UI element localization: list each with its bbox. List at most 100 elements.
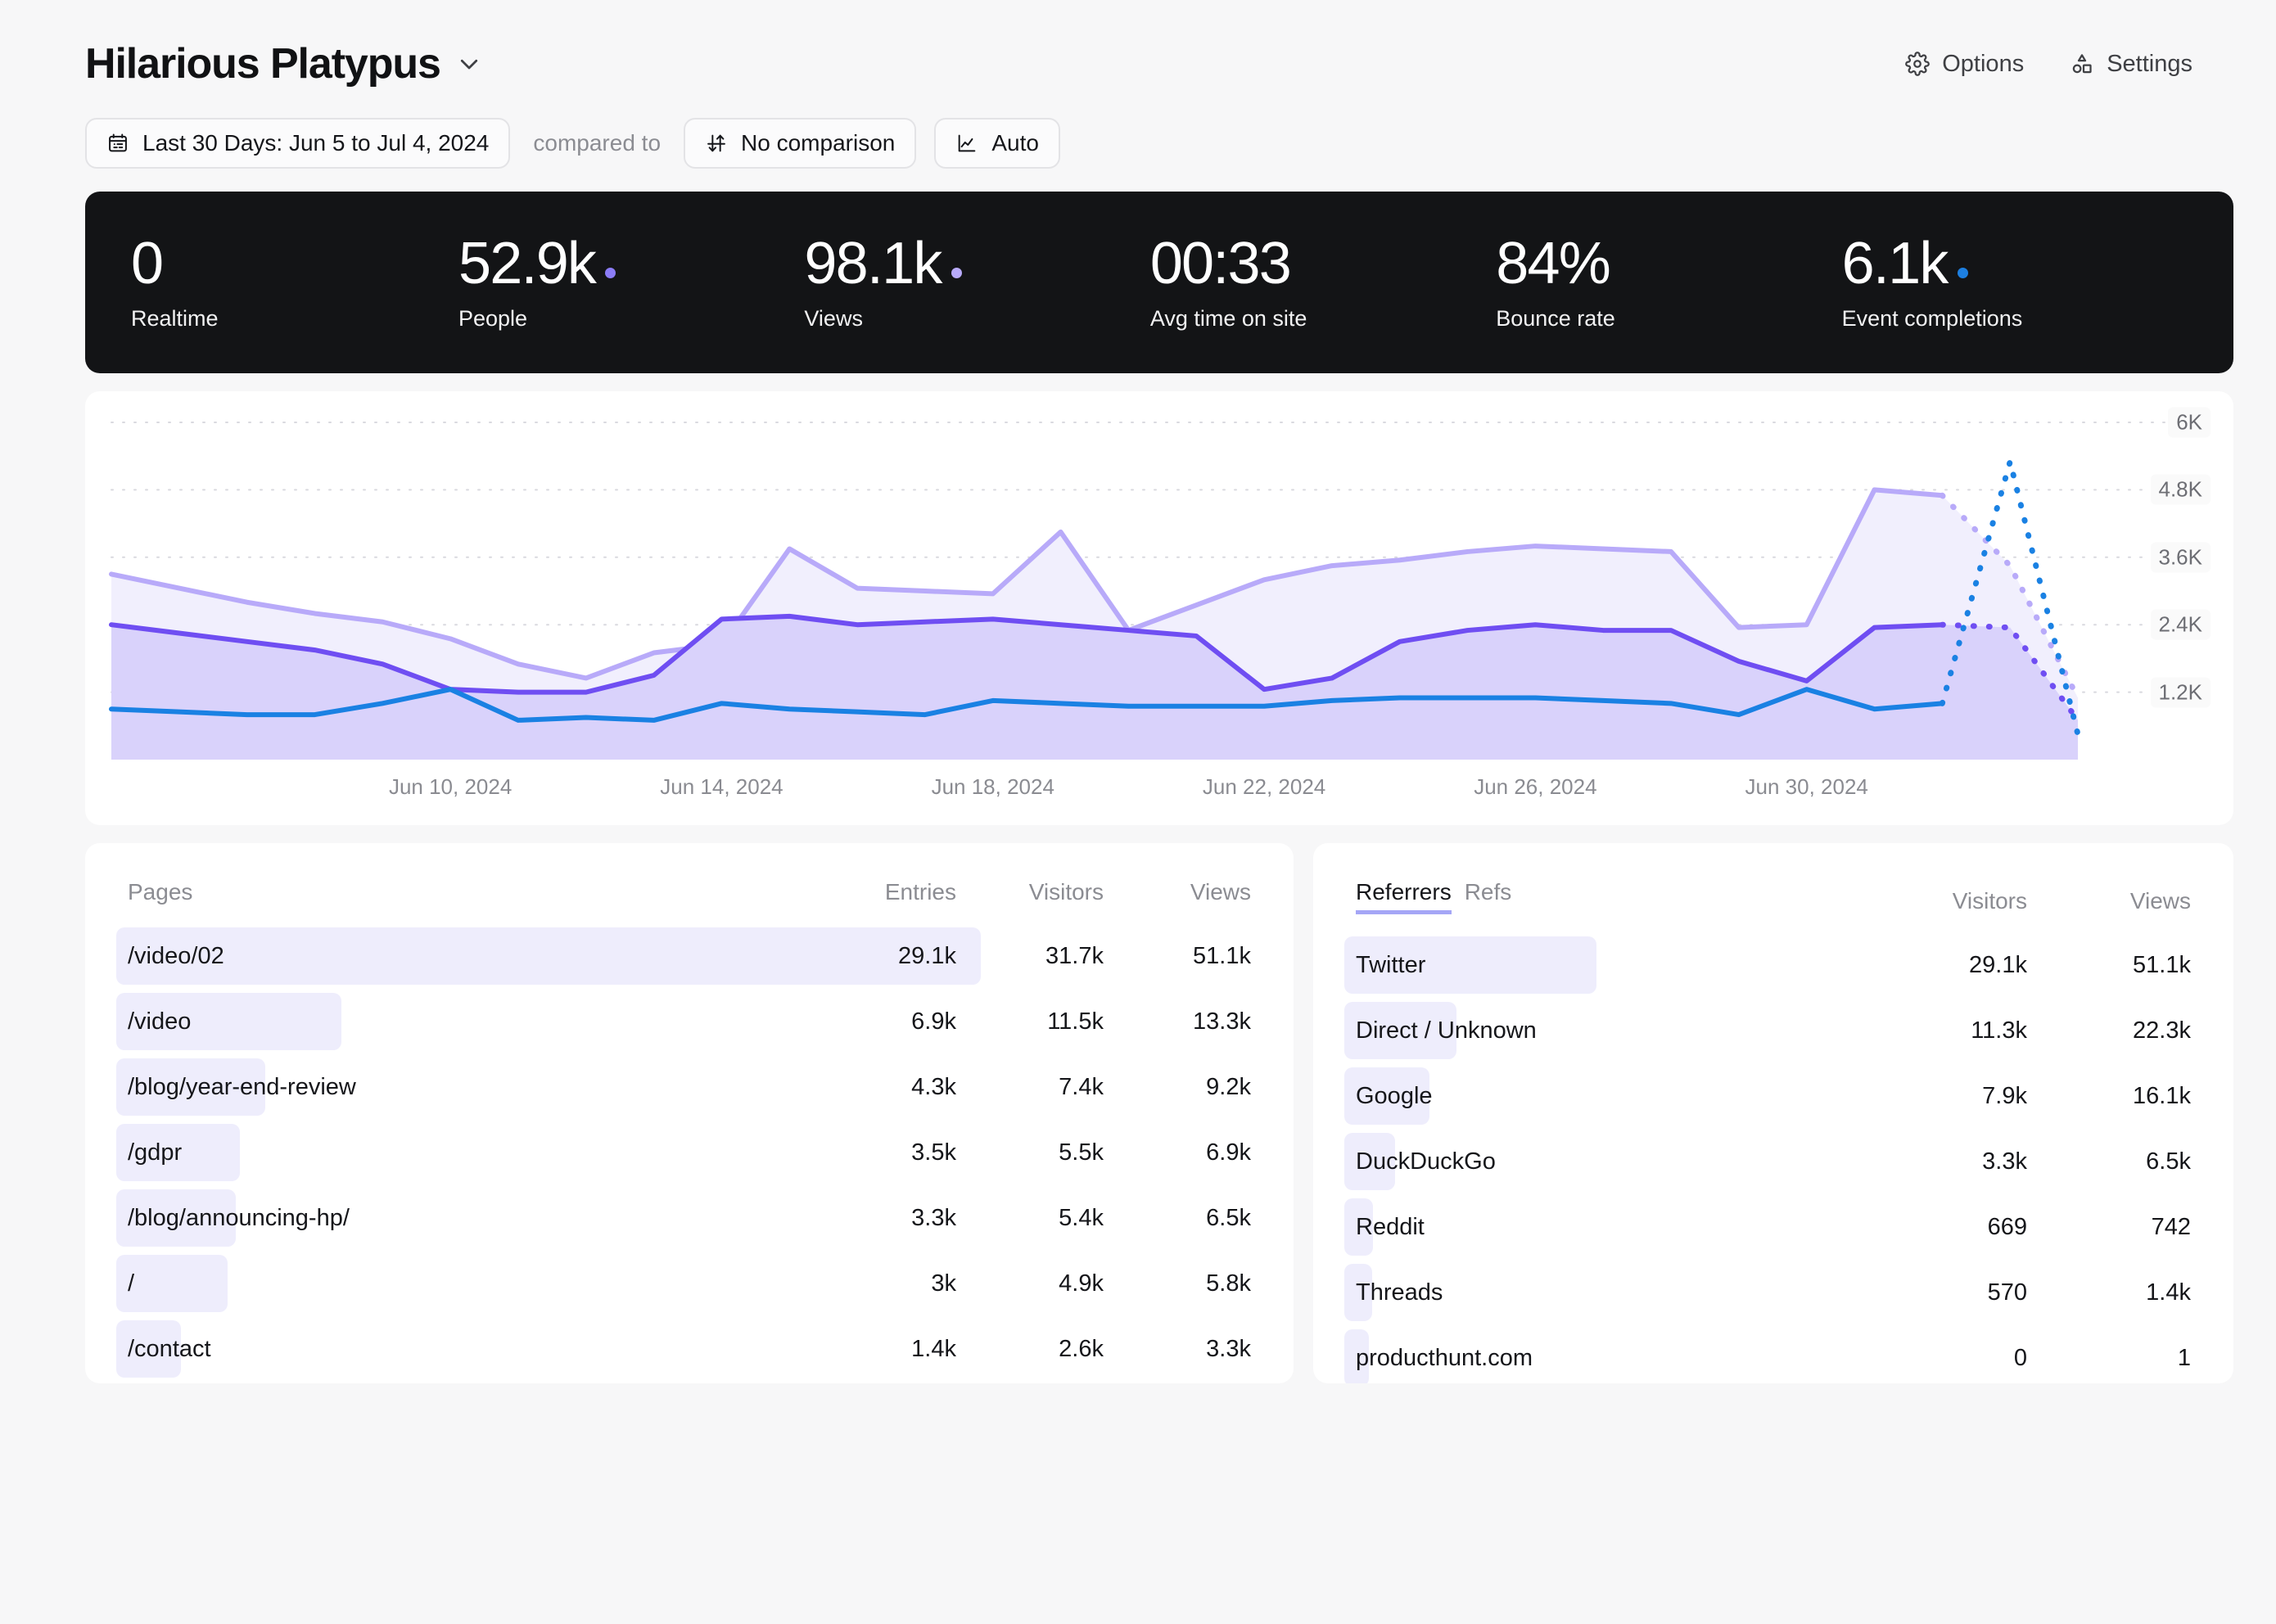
stat-realtime[interactable]: 0 Realtime [131, 233, 458, 332]
stat-people[interactable]: 52.9k People [458, 233, 804, 332]
referrer-views: 16.1k [2027, 1083, 2191, 1110]
table-row[interactable]: /contact1.4k2.6k3.3k [128, 1316, 1251, 1382]
chart-svg [85, 391, 2233, 825]
stat-event-completions[interactable]: 6.1kEvent completions [1842, 233, 2188, 332]
date-range-button[interactable]: Last 30 Days: Jun 5 to Jul 4, 2024 [85, 118, 510, 169]
page-path: /gdpr [128, 1139, 809, 1166]
chevron-down-icon[interactable] [457, 52, 481, 76]
table-row[interactable]: Twitter29.1k51.1k [1356, 932, 2191, 998]
table-row[interactable]: Direct / Unknown11.3k22.3k [1356, 998, 2191, 1063]
table-row[interactable]: producthunt.com01 [1356, 1325, 2191, 1383]
comparison-button[interactable]: No comparison [684, 118, 916, 169]
table-row[interactable]: /blog/announcing-hp/3.3k5.4k6.5k [128, 1185, 1251, 1251]
table-row[interactable]: Google7.9k16.1k [1356, 1063, 2191, 1129]
shapes-icon [2070, 52, 2094, 76]
referrers-views-header: Views [2027, 888, 2191, 914]
stat-value: 52.9k [458, 233, 804, 295]
stat-series-dot [605, 268, 616, 278]
table-row[interactable]: Threads5701.4k [1356, 1260, 2191, 1325]
tab-referrers[interactable]: Referrers [1356, 879, 1452, 914]
table-row[interactable]: /gdpr3.5k5.5k6.9k [128, 1120, 1251, 1185]
table-row[interactable]: DuckDuckGo3.3k6.5k [1356, 1129, 2191, 1194]
table-row[interactable]: /3k4.9k5.8k [128, 1251, 1251, 1316]
referrer-views: 742 [2027, 1214, 2191, 1241]
referrer-name: Direct / Unknown [1356, 1017, 1863, 1044]
settings-button[interactable]: Settings [2070, 51, 2192, 78]
chart-y-tick: 1.2K [2151, 677, 2211, 707]
page-entries: 1.4k [809, 1336, 956, 1363]
comparison-label: No comparison [741, 130, 895, 156]
table-row[interactable]: Reddit669742 [1356, 1194, 2191, 1260]
date-toolbar: Last 30 Days: Jun 5 to Jul 4, 2024 compa… [0, 97, 2276, 169]
referrer-name: DuckDuckGo [1356, 1148, 1863, 1175]
referrer-visitors: 3.3k [1863, 1148, 2027, 1175]
compared-to-label: compared to [528, 130, 666, 156]
traffic-chart-card: 1.2K2.4K3.6K4.8K6K Jun 10, 2024Jun 14, 2… [85, 391, 2233, 825]
arrows-updown-icon [705, 132, 728, 155]
gear-icon [1905, 52, 1930, 76]
calendar-icon [106, 132, 129, 155]
referrer-visitors: 29.1k [1863, 952, 2027, 979]
chart-x-tick: Jun 26, 2024 [1474, 774, 1596, 800]
chart-y-tick: 2.4K [2151, 610, 2211, 640]
referrer-visitors: 669 [1863, 1214, 2027, 1241]
page-path: /contact [128, 1336, 809, 1363]
stat-avg-time-on-site[interactable]: 00:33Avg time on site [1150, 233, 1496, 332]
referrer-views: 51.1k [2027, 952, 2191, 979]
referrer-name: Threads [1356, 1279, 1863, 1306]
stat-bounce-rate[interactable]: 84% Bounce rate [1496, 233, 1841, 332]
chart-area[interactable]: 1.2K2.4K3.6K4.8K6K Jun 10, 2024Jun 14, 2… [85, 391, 2233, 825]
page-path: / [128, 1270, 809, 1297]
chart-x-tick: Jun 18, 2024 [932, 774, 1054, 800]
page-entries: 6.9k [809, 1008, 956, 1035]
pages-visitors-header: Visitors [956, 879, 1104, 905]
stat-value: 0 [131, 233, 458, 295]
summary-stats-bar: 0 Realtime52.9k People98.1kViews00:33Avg t… [85, 192, 2233, 373]
bottom-tables: Pages Entries Visitors Views /video/0229… [85, 843, 2233, 1383]
chart-y-tick: 6K [2168, 408, 2211, 438]
page-header: Hilarious Platypus Options [0, 0, 2276, 97]
referrer-views: 1 [2027, 1345, 2191, 1372]
page-entries: 29.1k [809, 943, 956, 970]
stat-value: 84% [1496, 233, 1841, 295]
table-row[interactable]: /video6.9k11.5k13.3k [128, 989, 1251, 1054]
referrer-visitors: 0 [1863, 1345, 2027, 1372]
page-visitors: 4.9k [956, 1270, 1104, 1297]
stat-label: People [458, 306, 804, 332]
page-entries: 3.3k [809, 1205, 956, 1232]
stat-views[interactable]: 98.1kViews [804, 233, 1149, 332]
page-views: 5.8k [1104, 1270, 1251, 1297]
stat-label: Event completions [1842, 306, 2188, 332]
referrer-visitors: 7.9k [1863, 1083, 2027, 1110]
page-entries: 4.3k [809, 1074, 956, 1101]
chart-x-tick: Jun 10, 2024 [389, 774, 512, 800]
interval-button[interactable]: Auto [934, 118, 1060, 169]
referrers-table-card: ReferrersRefs Visitors Views Twitter29.1… [1313, 843, 2233, 1383]
site-switcher[interactable]: Hilarious Platypus [85, 43, 481, 85]
pages-table-body: /video/0229.1k31.7k51.1k/video6.9k11.5k1… [128, 923, 1251, 1382]
pages-table-card: Pages Entries Visitors Views /video/0229… [85, 843, 1294, 1383]
stat-label: Bounce rate [1496, 306, 1841, 332]
header-actions: Options Settings [1905, 51, 2233, 78]
page-path: /video [128, 1008, 809, 1035]
page-visitors: 5.4k [956, 1205, 1104, 1232]
page-views: 13.3k [1104, 1008, 1251, 1035]
referrer-name: producthunt.com [1356, 1345, 1863, 1372]
tab-refs[interactable]: Refs [1465, 879, 1512, 910]
pages-entries-header: Entries [809, 879, 956, 905]
options-label: Options [1942, 51, 2024, 78]
stat-series-dot [1958, 268, 1968, 278]
table-row[interactable]: /blog/year-end-review4.3k7.4k9.2k [128, 1054, 1251, 1120]
options-button[interactable]: Options [1905, 51, 2024, 78]
settings-label: Settings [2107, 51, 2192, 78]
pages-column-header: Pages [128, 879, 809, 905]
referrers-table-header: ReferrersRefs Visitors Views [1356, 879, 2191, 932]
line-chart-icon [955, 132, 978, 155]
page-views: 9.2k [1104, 1074, 1251, 1101]
table-row[interactable]: /video/0229.1k31.7k51.1k [128, 923, 1251, 989]
stat-label: Realtime [131, 306, 458, 332]
stat-value: 00:33 [1150, 233, 1496, 295]
page-views: 6.9k [1104, 1139, 1251, 1166]
page-visitors: 7.4k [956, 1074, 1104, 1101]
chart-y-tick: 4.8K [2151, 475, 2211, 505]
